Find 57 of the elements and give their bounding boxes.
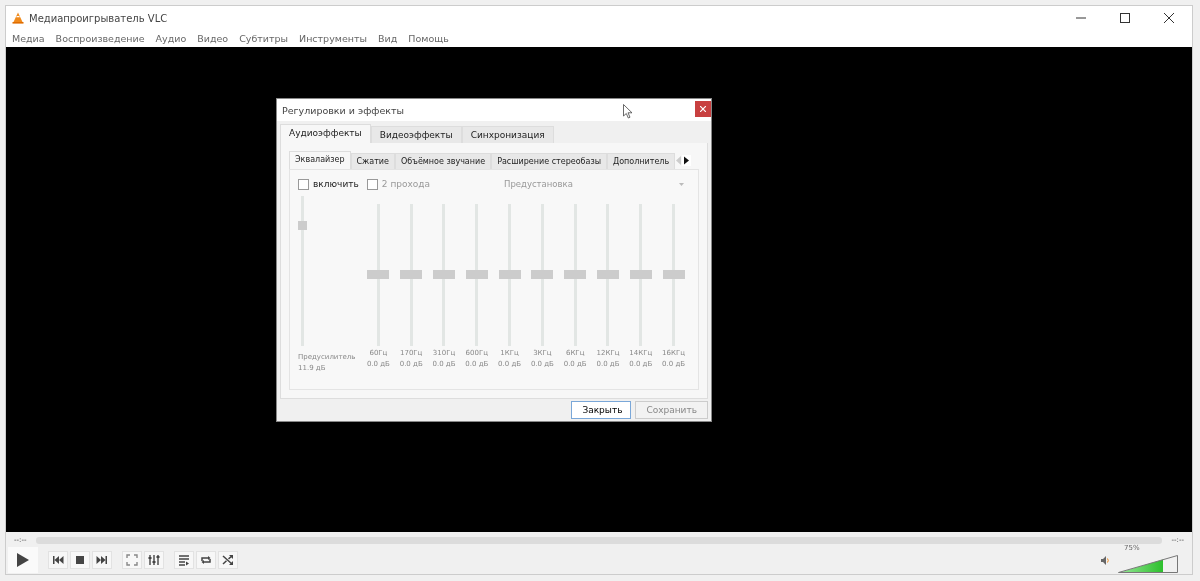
fullscreen-icon: [126, 554, 138, 566]
tab[interactable]: Сжатие: [350, 153, 395, 169]
stop-button[interactable]: [70, 551, 90, 569]
enable-checkbox[interactable]: включить: [298, 178, 359, 190]
tab[interactable]: Эквалайзер: [289, 151, 351, 169]
stop-icon: [74, 554, 86, 566]
traffic-cone-icon: [12, 12, 24, 24]
tab[interactable]: Аудиоэффекты: [280, 124, 371, 143]
next-button[interactable]: [92, 551, 112, 569]
playlist-icon: [178, 554, 190, 566]
previous-icon: [52, 554, 64, 566]
band-slider[interactable]: [465, 204, 488, 346]
preamp-slider[interactable]: [298, 196, 307, 346]
band-slider[interactable]: [531, 204, 554, 346]
band-slider[interactable]: [564, 204, 587, 346]
equalizer-button[interactable]: [144, 551, 164, 569]
maximize-icon[interactable]: [1120, 13, 1130, 23]
loop-icon: [200, 554, 212, 566]
tab[interactable]: Дополнитель: [606, 153, 676, 169]
play-button[interactable]: [8, 547, 38, 573]
tab[interactable]: Расширение стереобазы: [491, 153, 607, 169]
previous-button[interactable]: [48, 551, 68, 569]
menu-item[interactable]: Видео: [197, 33, 229, 44]
speaker-icon: [1101, 555, 1110, 565]
menu-item[interactable]: Воспроизведение: [55, 33, 145, 44]
close-icon: [700, 106, 706, 112]
band-slider[interactable]: [433, 204, 455, 346]
menu-item[interactable]: Субтитры: [239, 33, 289, 44]
window-title: Медиапроигрыватель VLC: [29, 12, 168, 24]
close-icon[interactable]: [1164, 13, 1174, 23]
shuffle-icon: [222, 554, 234, 566]
shuffle-button[interactable]: [218, 551, 238, 569]
tab[interactable]: Синхронизация: [461, 126, 554, 143]
caret-icon: [679, 182, 684, 186]
tab[interactable]: Объёмное звучание: [395, 153, 492, 169]
band-slider[interactable]: [400, 204, 423, 346]
menu-item[interactable]: Медиа: [12, 33, 45, 44]
band-slider[interactable]: [367, 204, 390, 346]
menu-item[interactable]: Вид: [378, 33, 398, 44]
band-slider[interactable]: [629, 204, 652, 346]
next-icon: [96, 554, 108, 566]
menu-item[interactable]: Аудио: [155, 33, 187, 44]
play-icon: [17, 553, 29, 567]
band-slider[interactable]: [498, 204, 521, 346]
menu-item[interactable]: Помощь: [408, 33, 449, 44]
dialog-button[interactable]: Закрыть: [571, 401, 632, 419]
dialog-title: Регулировки и эффекты: [282, 104, 405, 116]
loop-button[interactable]: [196, 551, 216, 569]
band-slider[interactable]: [662, 204, 685, 346]
close-button[interactable]: [695, 101, 711, 117]
tab[interactable]: Видеоэффекты: [370, 126, 462, 143]
equalizer-icon: [148, 554, 160, 566]
menu-item[interactable]: Инструменты: [299, 33, 367, 44]
playlist-button[interactable]: [174, 551, 194, 569]
band-slider[interactable]: [596, 204, 619, 346]
checkbox[interactable]: [298, 178, 309, 190]
scroll-right-icon[interactable]: [682, 154, 692, 166]
